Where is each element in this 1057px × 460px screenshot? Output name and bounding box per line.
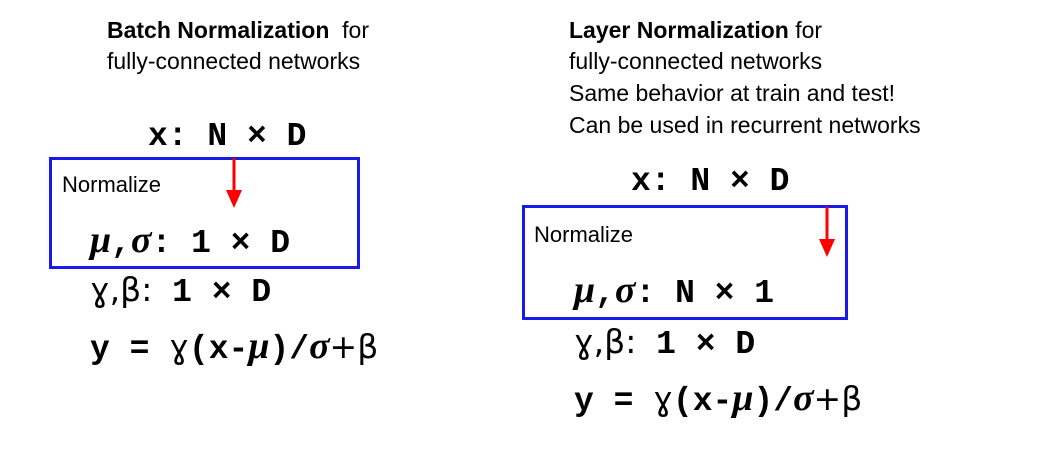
left-x-dims: N × D <box>207 118 307 155</box>
right-formula-open: (x- <box>672 383 733 420</box>
right-x-dims: N × D <box>690 163 790 200</box>
left-x-shape: x: N × D <box>148 118 306 155</box>
left-formula-mu: μ <box>248 325 270 367</box>
right-x-shape: x: N × D <box>631 163 789 200</box>
left-title: Batch Normalization for <box>107 15 369 46</box>
left-desc-line-1: fully-connected networks <box>107 48 361 74</box>
right-desc-line-1: fully-connected networks <box>569 48 823 74</box>
right-title-bold: Layer Normalization <box>569 17 789 43</box>
left-gamma-beta: ɣ,β: <box>90 270 153 309</box>
left-formula-close: )/ <box>269 331 310 368</box>
left-formula-lhs: y = <box>90 331 170 368</box>
right-mu: μ <box>574 269 596 311</box>
right-normalize-label: Normalize <box>534 222 634 247</box>
left-comma: , <box>111 225 131 262</box>
left-mu: μ <box>90 219 112 261</box>
left-formula: y = ɣ(x-μ)/σ+β <box>90 324 378 368</box>
right-mu-sigma-shape: μ,σ: N × 1 <box>574 268 774 312</box>
right-formula: y = ɣ(x-μ)/σ+β <box>574 376 862 420</box>
right-gamma-beta-dims: 1 × D <box>656 326 756 363</box>
left-title-rest: for <box>342 17 369 43</box>
right-gamma-beta-shape: ɣ,β: 1 × D <box>574 322 755 363</box>
right-comma: , <box>595 275 615 312</box>
left-formula-open: (x- <box>188 331 249 368</box>
left-normalize-label: Normalize <box>62 172 162 197</box>
left-mu-sigma-dims: 1 × D <box>191 225 291 262</box>
left-formula-plus-beta: +β <box>329 327 379 366</box>
left-formula-sigma: σ <box>309 325 330 367</box>
left-gamma-beta-dims: 1 × D <box>172 274 272 311</box>
right-title: Layer Normalization for <box>569 15 822 46</box>
right-formula-sigma: σ <box>793 377 814 419</box>
right-formula-close: )/ <box>753 383 794 420</box>
right-formula-gamma: ɣ <box>653 379 673 418</box>
left-sigma: σ <box>130 219 152 261</box>
right-desc-line-3: Can be used in recurrent networks <box>569 112 921 138</box>
right-formula-mu: μ <box>732 377 754 419</box>
left-x-var: x: <box>148 118 188 155</box>
right-x-var: x: <box>631 163 671 200</box>
right-sigma: σ <box>614 269 636 311</box>
right-mu-sigma-dims: N × 1 <box>675 275 775 312</box>
left-title-bold: Batch Normalization <box>107 17 330 43</box>
right-desc-line-2: Same behavior at train and test! <box>569 80 896 106</box>
right-colon: : <box>635 275 656 312</box>
right-title-rest: for <box>795 17 823 43</box>
right-formula-plus-beta: +β <box>813 379 863 418</box>
left-colon: : <box>151 225 172 262</box>
right-gamma-beta: ɣ,β: <box>574 322 637 361</box>
right-formula-lhs: y = <box>574 383 654 420</box>
left-gamma-beta-shape: ɣ,β: 1 × D <box>90 270 271 311</box>
right-down-arrow-icon <box>819 207 835 257</box>
left-formula-gamma: ɣ <box>169 327 189 366</box>
left-down-arrow-icon <box>226 158 242 208</box>
left-mu-sigma-shape: μ,σ: 1 × D <box>90 218 290 262</box>
